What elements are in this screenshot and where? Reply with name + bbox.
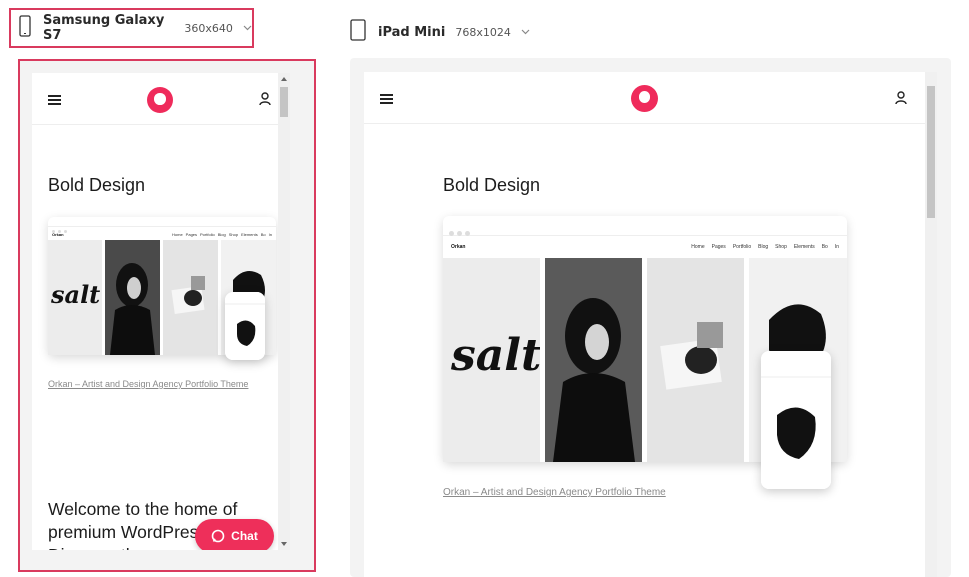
device-resolution: 768x1024 (455, 25, 511, 39)
preview-menu-item: Shop (228, 231, 239, 237)
device-selector-tablet[interactable]: iPad Mini 768x1024 (346, 12, 536, 52)
preview-panel-collage (163, 240, 218, 355)
tablet-device-icon (350, 18, 366, 46)
preview-menu-item: In (268, 231, 272, 237)
theme-preview-card[interactable]: Orkan Home Pages Portfolio Blog Shop Ele… (443, 216, 847, 489)
hamburger-icon[interactable] (380, 94, 393, 104)
preview-menu-item: Bo (260, 231, 266, 237)
preview-brand: Orkan (451, 244, 466, 250)
section-heading: Bold Design (443, 175, 541, 195)
preview-menu-item: Home (691, 244, 705, 250)
preview-mini-phone (761, 351, 831, 489)
device-selector-phone[interactable]: Samsung Galaxy S7 360x640 (9, 8, 254, 48)
theme-caption-link[interactable]: Orkan – Artist and Design Agency Portfol… (48, 379, 248, 389)
chat-button[interactable]: Chat (195, 519, 274, 550)
scrollbar-thumb[interactable] (280, 87, 288, 117)
preview-menu-item: Home (172, 231, 183, 237)
preview-panel-salt: salt (443, 258, 540, 462)
scrollbar-thumb[interactable] (927, 86, 935, 218)
user-icon[interactable] (895, 91, 907, 110)
device-resolution: 360x640 (184, 21, 233, 35)
preview-menu-item: Elements (241, 231, 258, 237)
phone-device-icon (19, 14, 31, 42)
device-name: iPad Mini (378, 24, 446, 40)
chat-button-label: Chat (231, 529, 258, 543)
device-name: Samsung Galaxy S7 (43, 13, 165, 43)
preview-mini-phone (225, 292, 265, 360)
hamburger-icon[interactable] (48, 95, 61, 105)
chevron-down-icon[interactable] (521, 27, 531, 37)
preview-panel-portrait (545, 258, 642, 462)
site-logo[interactable] (631, 85, 658, 112)
scroll-up-icon[interactable] (278, 73, 290, 85)
preview-menu-item: Pages (711, 244, 726, 250)
preview-menu-item: Portfolio (732, 244, 752, 250)
preview-brand: Orkan (52, 231, 64, 237)
phone-preview-frame: Bold Design Orkan Home Pages Portfolio B… (18, 59, 316, 572)
tablet-screen: Bold Design Orkan Home Pages Portfolio B… (364, 72, 937, 577)
preview-menu-item: Pages (185, 231, 198, 237)
preview-menu-item: Portfolio (200, 231, 215, 237)
preview-menu-item: Shop (775, 244, 787, 250)
theme-preview-card[interactable]: Orkan Home Pages Portfolio Blog Shop Ele… (48, 217, 276, 360)
theme-caption-link[interactable]: Orkan – Artist and Design Agency Portfol… (443, 487, 666, 498)
tablet-preview-frame: Bold Design Orkan Home Pages Portfolio B… (350, 58, 951, 577)
preview-panel-collage (647, 258, 744, 462)
scroll-down-icon[interactable] (278, 538, 290, 550)
preview-menu-item: Bo (821, 244, 828, 250)
chevron-down-icon[interactable] (243, 23, 252, 33)
preview-panel-salt: salt (48, 240, 102, 355)
section-heading: Bold Design (48, 175, 146, 195)
preview-menu-item: Blog (758, 244, 769, 250)
preview-menu-item: In (834, 244, 839, 250)
site-header (32, 73, 278, 125)
phone-scrollbar[interactable] (278, 73, 290, 550)
preview-menu-item: Blog (217, 231, 226, 237)
site-header (364, 72, 925, 124)
salt-artwork-text: salt (51, 280, 101, 309)
phone-screen: Bold Design Orkan Home Pages Portfolio B… (32, 73, 290, 550)
tablet-scrollbar[interactable] (925, 72, 937, 577)
user-icon[interactable] (259, 92, 271, 111)
salt-artwork-text: salt (451, 330, 540, 381)
chat-bubble-icon (211, 529, 225, 543)
site-logo[interactable] (147, 87, 173, 113)
preview-menu-item: Elements (793, 244, 815, 250)
preview-panel-portrait (105, 240, 160, 355)
